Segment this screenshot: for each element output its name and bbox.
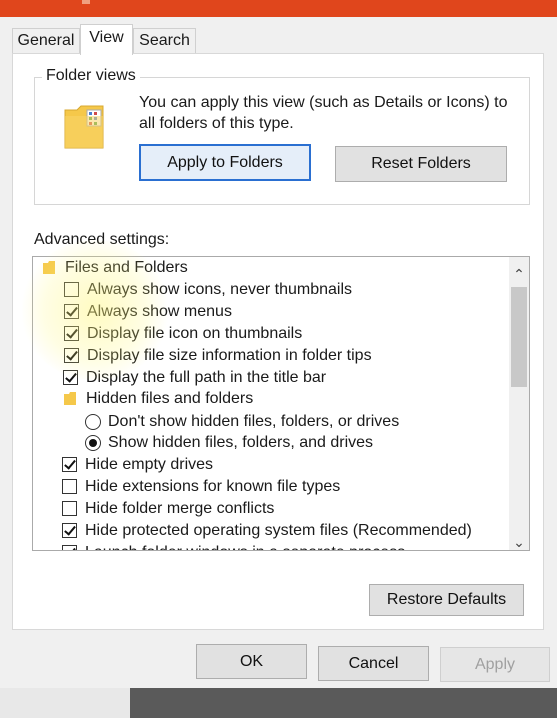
option-label: Show hidden files, folders, and drives (108, 434, 374, 451)
tree-folder-label: Files and Folders (65, 259, 188, 276)
checkbox[interactable] (64, 304, 79, 319)
checkbox[interactable] (64, 282, 79, 297)
folder-icon (43, 261, 55, 274)
advanced-settings-tree[interactable]: Files and Folders Always show icons, nev… (32, 256, 530, 551)
option-label: Hide protected operating system files (R… (85, 522, 472, 539)
scroll-thumb[interactable] (511, 287, 527, 387)
option-show-hidden[interactable]: Show hidden files, folders, and drives (33, 432, 503, 454)
background-window (130, 688, 557, 718)
apply-button[interactable]: Apply (440, 647, 550, 682)
option-label: Display file icon on thumbnails (87, 325, 303, 342)
tab-general[interactable]: General (12, 28, 80, 54)
tree-scrollbar[interactable]: ⌃ ⌄ (509, 257, 529, 550)
title-bar-accent (82, 0, 90, 4)
option-hide-protected-files[interactable]: Hide protected operating system files (R… (33, 520, 503, 542)
folder-views-icon (64, 105, 104, 149)
scroll-up-chevron-icon[interactable]: ⌃ (509, 263, 529, 285)
option-always-show-icons[interactable]: Always show icons, never thumbnails (33, 279, 503, 301)
option-display-full-path[interactable]: Display the full path in the title bar (33, 367, 503, 389)
folder-views-description: You can apply this view (such as Details… (139, 94, 508, 132)
ok-button[interactable]: OK (196, 644, 307, 679)
option-hide-extensions[interactable]: Hide extensions for known file types (33, 476, 503, 498)
tree-folder-files-and-folders: Files and Folders (33, 257, 503, 279)
folder-icon (64, 392, 76, 405)
option-label: Launch folder windows in a separate proc… (85, 542, 405, 550)
option-label: Don't show hidden files, folders, or dri… (108, 413, 400, 430)
checkbox[interactable] (63, 370, 78, 385)
title-bar (0, 0, 557, 17)
tree-folder-label: Hidden files and folders (86, 390, 254, 407)
advanced-settings-label: Advanced settings: (34, 231, 170, 248)
option-label: Hide extensions for known file types (85, 478, 341, 495)
reset-folders-button[interactable]: Reset Folders (335, 146, 507, 182)
option-display-file-size[interactable]: Display file size information in folder … (33, 345, 503, 367)
option-label: Hide folder merge conflicts (85, 500, 275, 517)
option-hide-merge-conflicts[interactable]: Hide folder merge conflicts (33, 498, 503, 520)
checkbox[interactable] (64, 326, 79, 341)
option-label: Display file size information in folder … (87, 347, 372, 364)
option-label: Display the full path in the title bar (86, 369, 327, 386)
checkbox[interactable] (62, 545, 77, 550)
radio-button[interactable] (85, 435, 101, 451)
option-display-file-icon[interactable]: Display file icon on thumbnails (33, 323, 503, 345)
option-label: Always show icons, never thumbnails (87, 281, 353, 298)
scroll-down-chevron-icon[interactable]: ⌄ (509, 531, 529, 550)
cancel-button[interactable]: Cancel (318, 646, 429, 681)
checkbox[interactable] (64, 348, 79, 363)
checkbox[interactable] (62, 457, 77, 472)
window-bottom-edge (0, 688, 557, 718)
checkbox[interactable] (62, 523, 77, 538)
checkbox[interactable] (62, 501, 77, 516)
option-always-show-menus[interactable]: Always show menus (33, 301, 503, 323)
option-dont-show-hidden[interactable]: Don't show hidden files, folders, or dri… (33, 411, 503, 433)
option-label: Hide empty drives (85, 456, 214, 473)
option-label: Always show menus (87, 303, 232, 320)
tree-folder-hidden-files: Hidden files and folders (33, 388, 503, 410)
apply-to-folders-button[interactable]: Apply to Folders (139, 144, 311, 181)
tab-view[interactable]: View (80, 24, 133, 55)
checkbox[interactable] (62, 479, 77, 494)
folder-views-legend: Folder views (42, 66, 140, 86)
restore-defaults-button[interactable]: Restore Defaults (369, 584, 524, 616)
option-launch-separate-process[interactable]: Launch folder windows in a separate proc… (33, 542, 503, 550)
radio-button[interactable] (85, 414, 101, 430)
option-hide-empty-drives[interactable]: Hide empty drives (33, 454, 503, 476)
tab-search[interactable]: Search (133, 28, 196, 54)
